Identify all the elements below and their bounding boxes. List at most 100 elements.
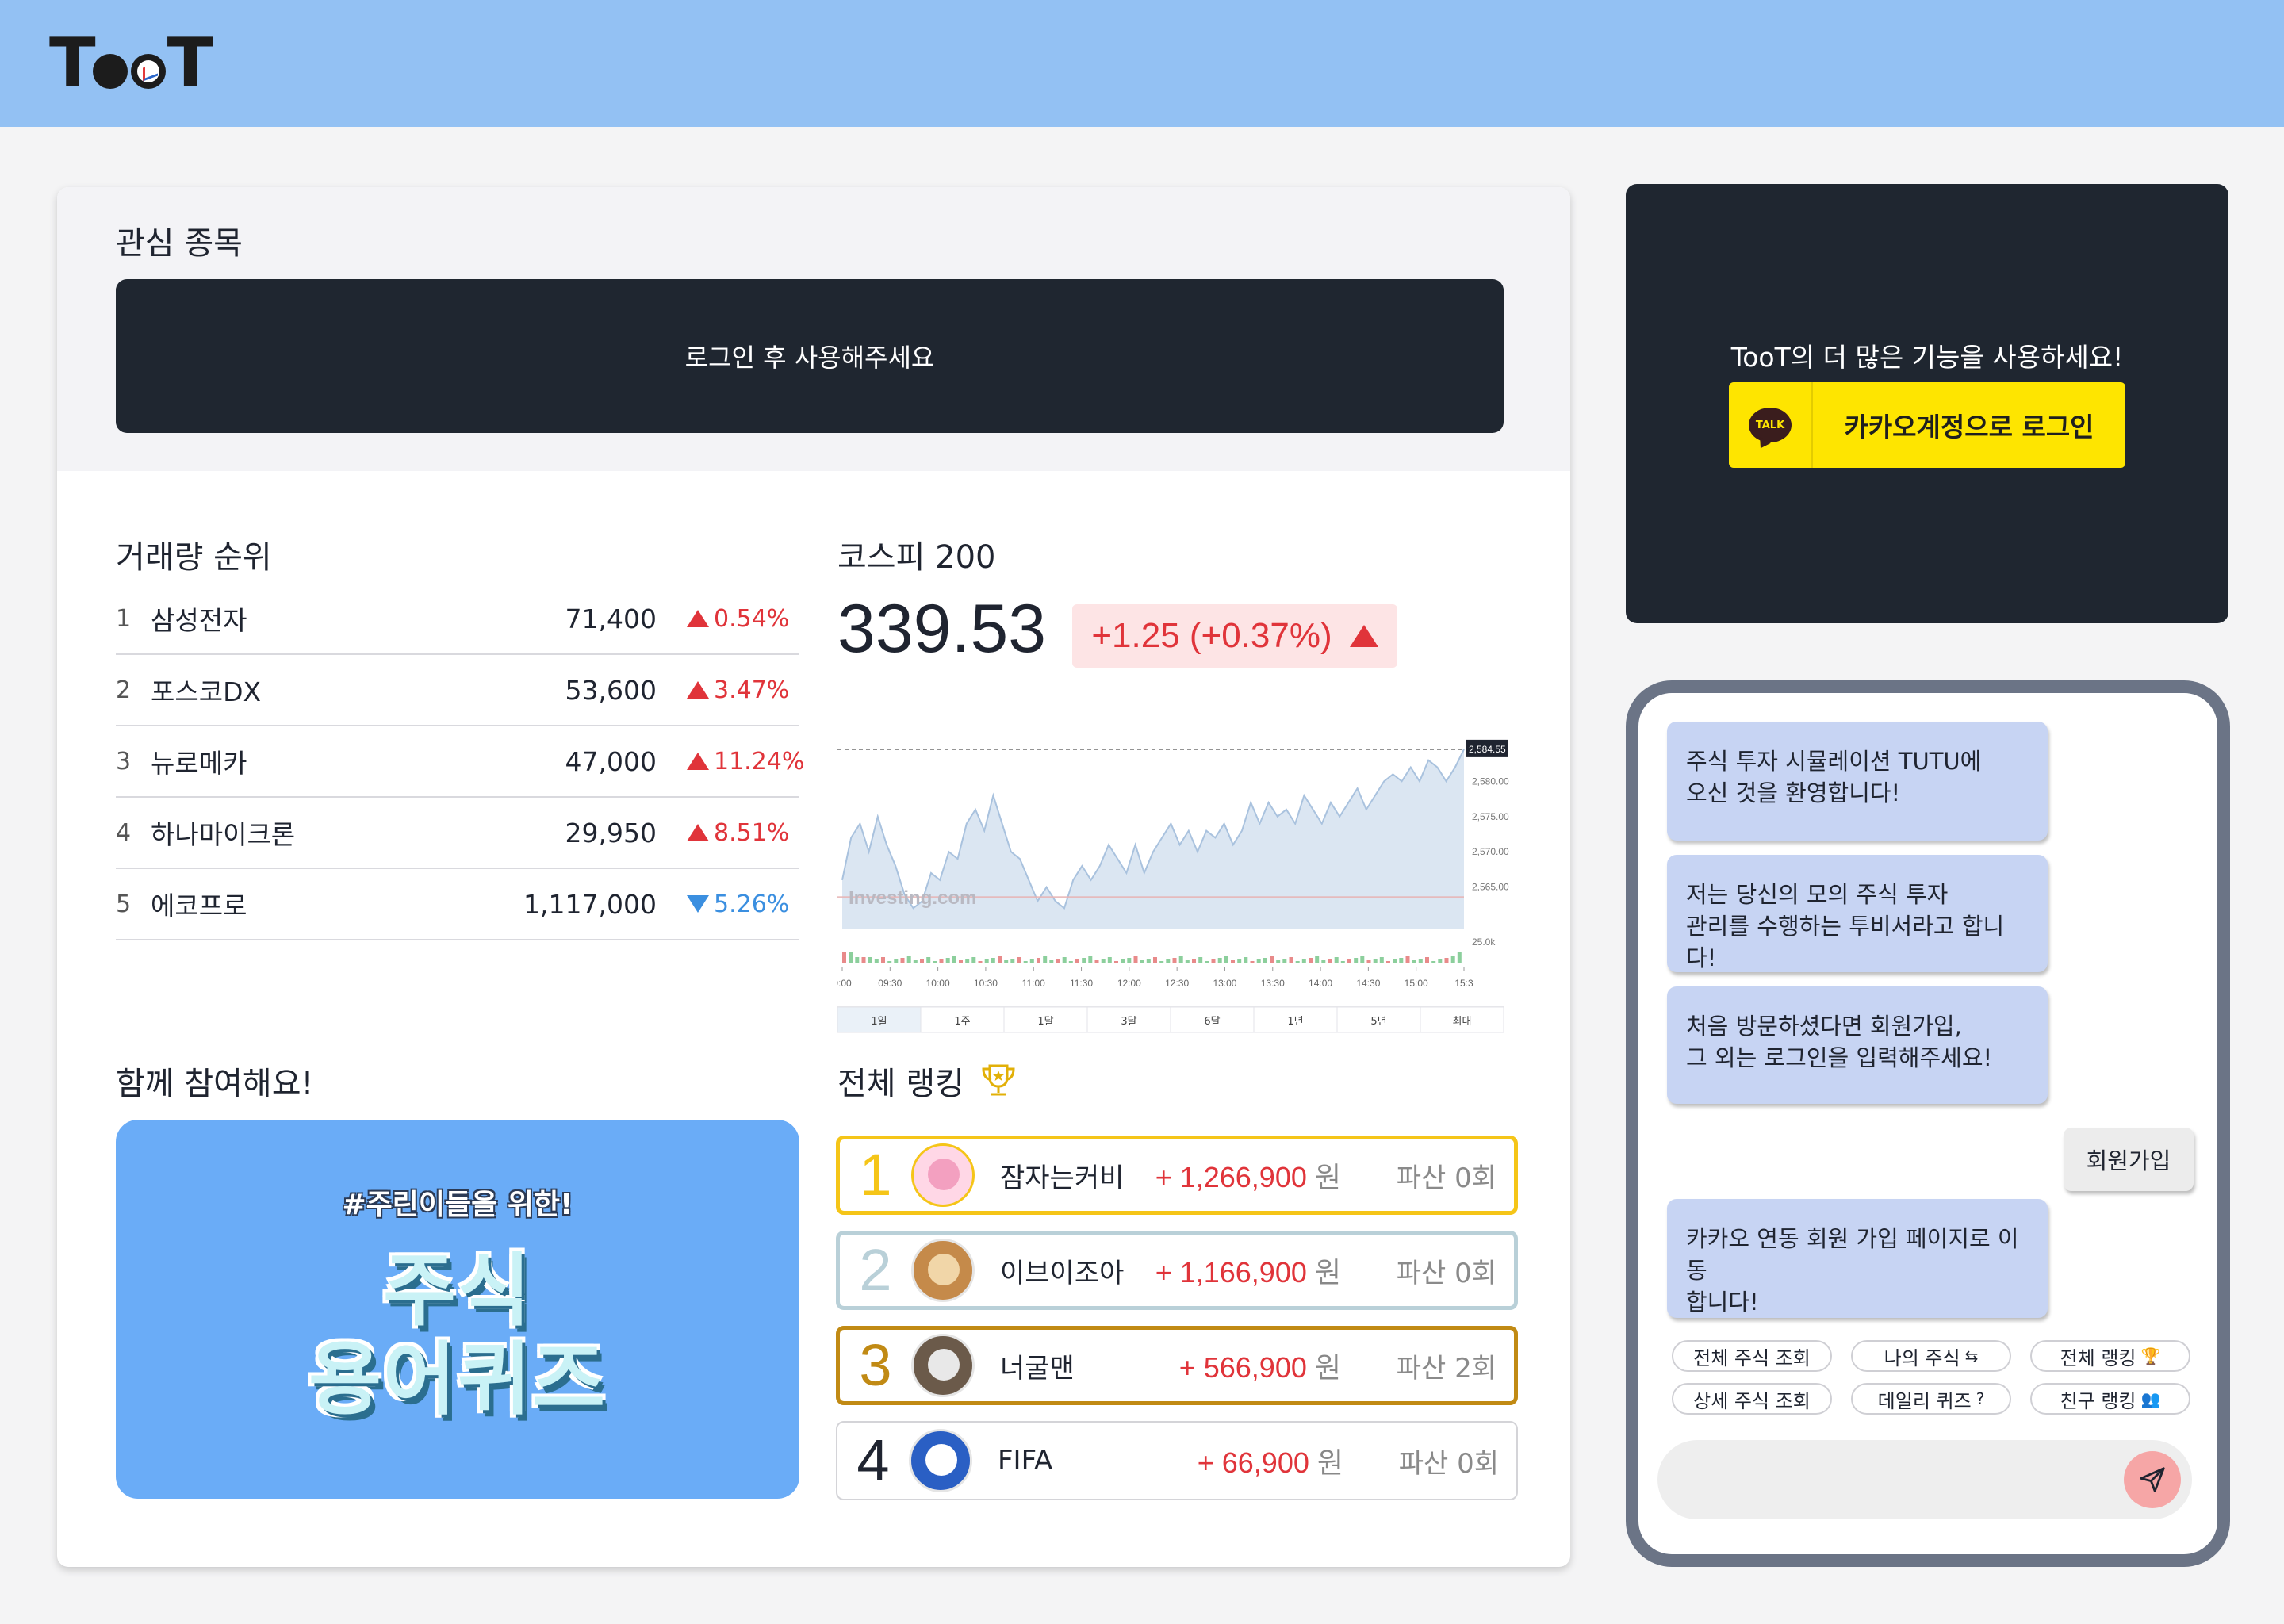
volume-bar [1127, 958, 1132, 963]
bot-message: 카카오 연동 회원 가입 페이지로 이동 합니다! [1667, 1199, 2048, 1318]
range-button-label: 3달 [1121, 1016, 1136, 1028]
volume-bar [965, 959, 970, 963]
user-avatar [909, 1429, 972, 1492]
volume-bar [1340, 961, 1345, 963]
chip-icon: 👥 [2140, 1389, 2161, 1408]
toot-logo[interactable]: TT [49, 24, 213, 103]
ranking-title-wrap: 전체 랭킹 [837, 1058, 1018, 1104]
watchlist-section: 관심 종목 로그인 후 사용해주세요 [57, 187, 1570, 471]
range-button-label: 1일 [871, 1016, 887, 1028]
volume-bar [1205, 961, 1209, 963]
login-promo-panel: TooT의 더 많은 기능을 사용하세요! TALK 카카오계정으로 로그인 [1626, 184, 2228, 623]
volume-bar [1309, 958, 1313, 963]
volume-bar [1366, 960, 1371, 963]
login-prompt-text: 로그인 후 사용해주세요 [684, 343, 935, 373]
x-tick-label: 12:00 [1117, 978, 1141, 989]
volume-bar [1334, 957, 1339, 963]
volume-bar [998, 956, 1002, 963]
volume-bar [1166, 959, 1171, 963]
y-tick-label: 2,570.00 [1472, 846, 1509, 857]
volume-bar [1425, 957, 1429, 963]
stock-name: 삼성전자 [151, 605, 247, 636]
ranking-user-name: FIFA [998, 1445, 1053, 1477]
chart-watermark: Investing.com [849, 887, 976, 909]
banner-subtitle: #주린이들을 위한! [342, 1189, 573, 1221]
ranking-number: 1 [859, 1142, 892, 1208]
watchlist-login-prompt[interactable]: 로그인 후 사용해주세요 [116, 279, 1504, 433]
volume-bar [959, 960, 963, 963]
range-button-label: 1주 [954, 1016, 970, 1028]
participate-title: 함께 참여해요! [116, 1066, 314, 1102]
volume-bar [1114, 961, 1118, 963]
kospi-change: +1.25 (+0.37%) [1091, 616, 1332, 655]
quick-reply-chip[interactable]: 전체 주식 조회 [1672, 1340, 1832, 1372]
volume-bar [1172, 958, 1177, 963]
volume-row[interactable]: 4 하나마이크론 29,950 8.51% [116, 798, 799, 869]
x-tick-label: 15:00 [1405, 978, 1428, 989]
user-avatar [911, 1143, 975, 1207]
volume-bar [1244, 957, 1248, 963]
volume-title: 거래량 순위 [116, 539, 272, 576]
trophy-icon [982, 1064, 1015, 1096]
range-button-label: 최대 [1453, 1016, 1472, 1028]
volume-bar [1107, 957, 1112, 963]
volume-bar [1405, 956, 1410, 963]
volume-bar [1418, 959, 1423, 963]
bot-message: 주식 투자 시뮬레이션 TUTU에 오신 것을 환영합니다! [1667, 722, 2048, 841]
ranking-number: 4 [856, 1427, 890, 1493]
volume-row[interactable]: 2 포스코DX 53,600 3.47% [116, 655, 799, 726]
volume-bar [1088, 956, 1093, 963]
volume-bar [1023, 961, 1028, 963]
ranking-row[interactable]: 4 FIFA + 66,900 원 파산 0회 [836, 1421, 1518, 1500]
quick-reply-chip[interactable]: 나의 주식 ⇆ [1851, 1340, 2011, 1372]
stock-change: 5.26% [687, 891, 789, 918]
chip-label: 전체 랭킹 [2060, 1346, 2136, 1369]
volume-row[interactable]: 5 에코프로 1,117,000 5.26% [116, 869, 799, 940]
chip-label: 상세 주식 조회 [1693, 1389, 1811, 1412]
volume-bar [926, 957, 931, 963]
volume-bar [1056, 959, 1060, 963]
ranking-profit-value: + 1,166,900 [1155, 1256, 1307, 1289]
quiz-banner[interactable]: #주린이들을 위한! 주식 용어퀴즈 [116, 1120, 799, 1499]
volume-bar [1133, 956, 1138, 963]
stock-price: 71,400 [565, 603, 657, 634]
quick-reply-chip[interactable]: 친구 랭킹 👥 [2030, 1383, 2190, 1415]
volume-bar [991, 958, 995, 963]
stock-name: 뉴로메카 [151, 748, 247, 779]
ranking-user-name: 이브이조아 [1000, 1257, 1125, 1289]
send-button[interactable] [2124, 1451, 2181, 1508]
kakao-login-button[interactable]: TALK 카카오계정으로 로그인 [1729, 382, 2125, 468]
quick-reply-chip[interactable]: 데일리 퀴즈? [1851, 1383, 2011, 1415]
quick-reply-chip[interactable]: 상세 주식 조회 [1672, 1383, 1832, 1415]
ranking-user-name: 잠자는커비 [1000, 1162, 1125, 1194]
volume-rank: 3 [116, 747, 132, 776]
chip-label: 전체 주식 조회 [1693, 1346, 1811, 1369]
ranking-row[interactable]: 2 이브이조아 + 1,166,900 원 파산 0회 [836, 1231, 1518, 1310]
up-arrow-icon [687, 824, 709, 841]
volume-bar [939, 959, 944, 963]
volume-bar [1217, 958, 1222, 963]
ranking-row[interactable]: 3 너굴맨 + 566,900 원 파산 2회 [836, 1326, 1518, 1405]
x-tick-label: 9:00 [837, 978, 852, 989]
volume-tick-label: 25.0k [1472, 936, 1496, 948]
kakao-talk-badge: TALK [1749, 408, 1792, 442]
chat-input[interactable] [1657, 1440, 2192, 1519]
ranking-profit: + 566,900 원 [1179, 1345, 1341, 1386]
volume-bar [1068, 961, 1073, 963]
y-tick-label: 2,565.00 [1472, 882, 1509, 893]
x-tick-label: 13:30 [1261, 978, 1285, 989]
stock-name: 에코프로 [151, 891, 247, 921]
ranking-row[interactable]: 1 잠자는커비 + 1,266,900 원 파산 0회 [836, 1136, 1518, 1215]
volume-rank: 1 [116, 604, 132, 633]
volume-row[interactable]: 3 뉴로메카 47,000 11.24% [116, 726, 804, 798]
volume-rank: 5 [116, 890, 132, 918]
volume-bar [1198, 957, 1203, 963]
kakao-login-label: 카카오계정으로 로그인 [1844, 412, 2094, 442]
quick-reply-chip[interactable]: 전체 랭킹 🏆 [2030, 1340, 2190, 1372]
volume-bar [894, 959, 899, 963]
kospi-title: 코스피 200 [837, 539, 996, 576]
volume-row[interactable]: 1 삼성전자 71,400 0.54% [116, 584, 799, 655]
volume-bar [1301, 959, 1306, 963]
chart-logo-icon [130, 54, 166, 89]
stock-name: 포스코DX [151, 676, 262, 707]
